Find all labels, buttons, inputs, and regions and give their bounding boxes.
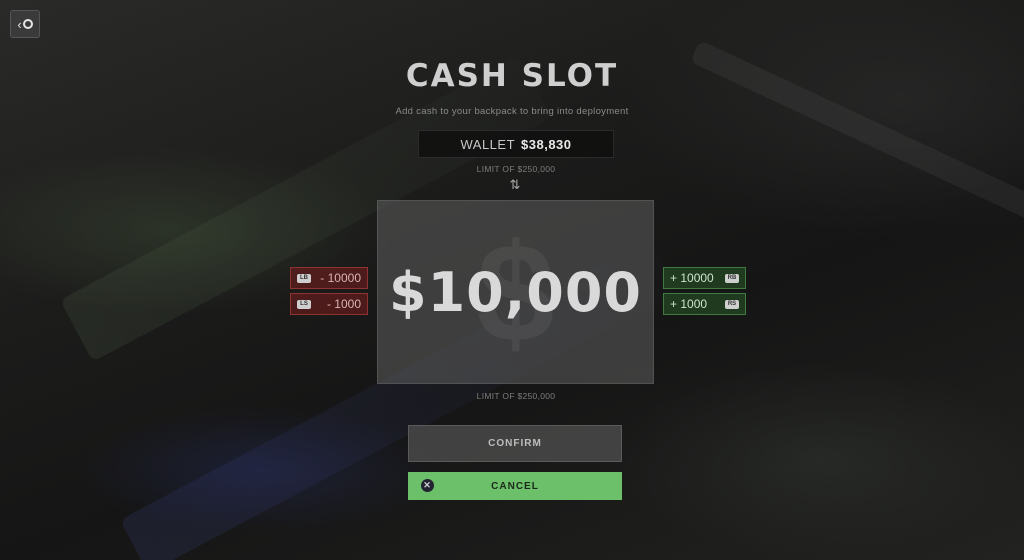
close-circle-icon: ✕	[421, 479, 434, 492]
swap-arrows-icon: ⇅	[509, 177, 521, 192]
cash-amount-box: $ $10,000	[377, 200, 654, 384]
confirm-button[interactable]: CONFIRM	[408, 425, 622, 462]
wallet-label: WALLET	[460, 136, 516, 152]
lb-key-icon: LB	[297, 273, 311, 283]
decrease-1000-label: - 1000	[326, 297, 361, 311]
view-icon	[22, 19, 33, 29]
back-icon: ‹	[17, 16, 22, 32]
page-title: CASH SLOT	[405, 58, 619, 94]
limit-text-bottom: LIMIT OF $250,000	[476, 391, 556, 401]
cancel-label: CANCEL	[491, 480, 539, 492]
cancel-button[interactable]: ✕ CANCEL	[408, 472, 622, 500]
wallet-display: WALLET $38,830	[418, 130, 614, 158]
page-subtitle: Add cash to your backpack to bring into …	[395, 106, 629, 117]
rs-key-icon: RS	[725, 299, 739, 309]
increase-1000-button[interactable]: + 1000 RS	[663, 293, 746, 315]
confirm-label: CONFIRM	[488, 438, 542, 449]
ls-key-icon: LS	[297, 299, 311, 309]
back-button[interactable]: ‹	[10, 10, 40, 38]
wallet-amount: $38,830	[521, 136, 572, 152]
decrease-10000-label: - 10000	[320, 271, 361, 285]
increase-10000-button[interactable]: + 10000 RB	[663, 267, 746, 289]
limit-text-top: LIMIT OF $250,000	[476, 164, 556, 174]
increase-1000-label: + 1000	[670, 297, 708, 311]
decrease-1000-button[interactable]: LS - 1000	[290, 293, 368, 315]
cash-amount-value: $10,000	[389, 261, 642, 324]
decrease-10000-button[interactable]: LB - 10000	[290, 267, 368, 289]
increase-10000-label: + 10000	[670, 271, 714, 285]
rb-key-icon: RB	[725, 273, 739, 283]
